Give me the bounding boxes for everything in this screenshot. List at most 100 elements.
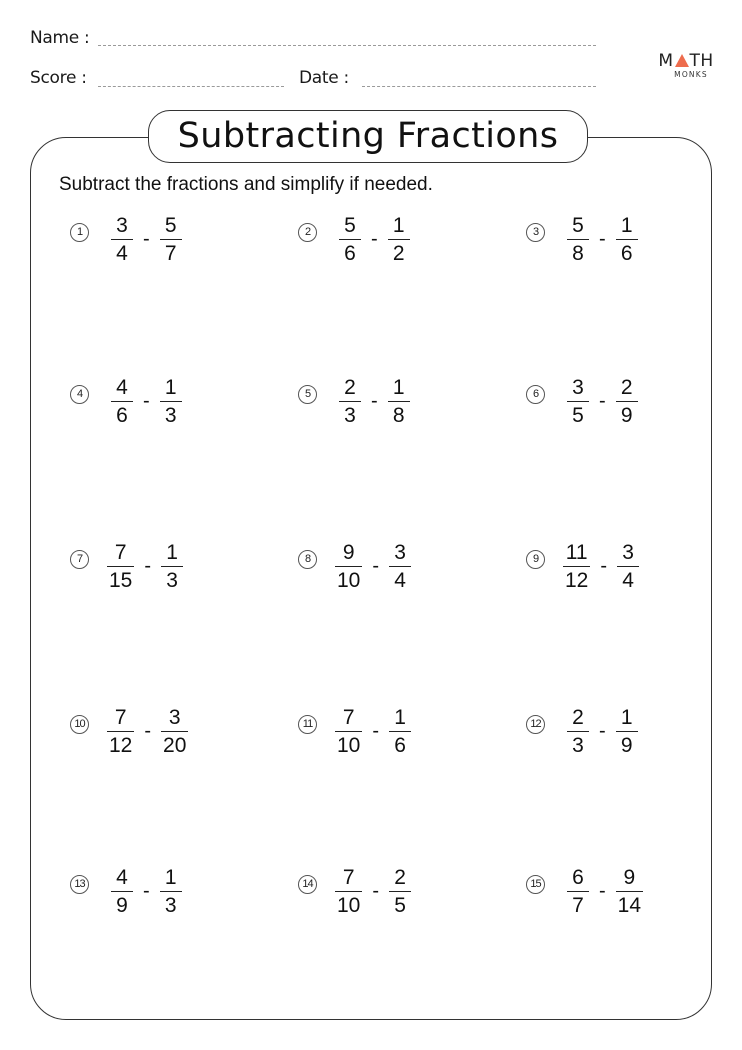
denominator: 6 bbox=[620, 242, 633, 265]
denominator: 9 bbox=[116, 894, 128, 917]
numerator: 1 bbox=[620, 706, 633, 729]
fraction-bar bbox=[567, 731, 589, 732]
fraction-minuend: 46 bbox=[111, 377, 133, 427]
problem-number-badge: 8 bbox=[298, 549, 317, 569]
fraction-subtrahend: 34 bbox=[617, 541, 640, 592]
fraction-bar bbox=[617, 566, 640, 567]
fraction-subtrahend: 57 bbox=[159, 215, 182, 265]
fraction-bar bbox=[335, 731, 363, 732]
numerator: 7 bbox=[342, 866, 355, 889]
fraction-bar bbox=[335, 566, 363, 567]
score-field[interactable] bbox=[98, 86, 284, 87]
minus-operator: - bbox=[144, 719, 152, 742]
problem-item: 7 7 15-1 3 bbox=[70, 537, 184, 597]
numerator: 1 bbox=[394, 706, 406, 729]
denominator: 10 bbox=[337, 894, 361, 917]
logo-letter-m: M bbox=[658, 51, 674, 71]
fraction-bar bbox=[615, 891, 644, 892]
numerator: 5 bbox=[344, 214, 356, 237]
numerator: 2 bbox=[394, 866, 406, 889]
denominator: 8 bbox=[392, 404, 405, 427]
date-field[interactable] bbox=[362, 86, 596, 87]
fraction-bar bbox=[615, 401, 638, 402]
fraction-minuend: 35 bbox=[567, 377, 589, 427]
denominator: 6 bbox=[394, 734, 406, 757]
problem-number-badge: 3 bbox=[526, 222, 545, 242]
numerator: 1 bbox=[164, 376, 177, 399]
denominator: 5 bbox=[572, 404, 584, 427]
denominator: 3 bbox=[344, 404, 356, 427]
fraction-minuend: 49 bbox=[111, 867, 133, 917]
problem-item: 635-29 bbox=[526, 372, 638, 432]
score-label: Score : bbox=[30, 68, 87, 88]
denominator: 3 bbox=[166, 569, 178, 592]
fraction-bar bbox=[161, 731, 189, 732]
minus-operator: - bbox=[372, 719, 380, 742]
problem-item: 5 2 3-18 bbox=[298, 372, 410, 432]
fraction-bar bbox=[111, 401, 133, 402]
numerator: 2 bbox=[344, 376, 356, 399]
fraction-minuend: 9 10 bbox=[335, 542, 363, 592]
minus-operator: - bbox=[599, 719, 606, 742]
problem-item: 10 7 12-3 20 bbox=[70, 702, 189, 762]
fraction-bar bbox=[159, 401, 182, 402]
fraction-subtrahend: 16 bbox=[389, 706, 412, 757]
math-monks-logo: M TH MONKS bbox=[656, 52, 716, 79]
name-field[interactable] bbox=[98, 45, 596, 46]
fraction-bar bbox=[107, 731, 135, 732]
denominator: 2 bbox=[392, 242, 405, 265]
minus-operator: - bbox=[599, 389, 606, 412]
fraction-subtrahend: 18 bbox=[387, 377, 410, 427]
logo-wordmark: M TH bbox=[656, 52, 716, 70]
problem-item: 358-16 bbox=[526, 210, 638, 270]
numerator: 5 bbox=[572, 214, 584, 237]
date-label: Date : bbox=[299, 68, 349, 88]
fraction-subtrahend: 19 bbox=[615, 706, 638, 757]
denominator: 9 bbox=[620, 404, 633, 427]
problem-number-badge: 7 bbox=[70, 549, 89, 569]
fraction-bar bbox=[615, 731, 638, 732]
denominator: 20 bbox=[163, 734, 187, 757]
denominator: 12 bbox=[565, 569, 589, 592]
fraction-subtrahend: 9 14 bbox=[615, 867, 644, 917]
logo-letters-th: TH bbox=[689, 51, 714, 71]
numerator: 6 bbox=[572, 866, 584, 889]
problem-item: 11 7 10-1 6 bbox=[298, 702, 412, 762]
numerator: 4 bbox=[116, 376, 128, 399]
denominator: 3 bbox=[164, 404, 177, 427]
fraction-bar bbox=[335, 891, 363, 892]
minus-operator: - bbox=[143, 227, 150, 250]
triangle-icon bbox=[674, 54, 689, 67]
fraction-minuend: 23 bbox=[567, 707, 589, 757]
denominator: 8 bbox=[572, 242, 584, 265]
minus-operator: - bbox=[599, 227, 606, 250]
fraction-bar bbox=[389, 566, 412, 567]
numerator: 2 bbox=[572, 706, 584, 729]
fraction-bar bbox=[615, 239, 638, 240]
fraction-bar bbox=[387, 239, 410, 240]
fraction-bar bbox=[389, 731, 412, 732]
problem-number-badge: 5 bbox=[298, 384, 317, 404]
numerator: 7 bbox=[342, 706, 355, 729]
denominator: 15 bbox=[109, 569, 133, 592]
fraction-subtrahend: 29 bbox=[615, 377, 638, 427]
minus-operator: - bbox=[371, 227, 378, 250]
minus-operator: - bbox=[599, 879, 606, 902]
name-label: Name : bbox=[30, 28, 90, 48]
problem-number-badge: 9 bbox=[526, 549, 545, 569]
fraction-bar bbox=[161, 566, 184, 567]
problem-number-badge: 13 bbox=[70, 874, 89, 894]
numerator: 3 bbox=[622, 541, 634, 564]
problem-item: 9 11 12-3 4 bbox=[526, 537, 640, 597]
minus-operator: - bbox=[371, 389, 378, 412]
numerator: 1 bbox=[392, 214, 405, 237]
page-title: Subtracting Fractions bbox=[177, 116, 559, 156]
numerator: 1 bbox=[164, 866, 177, 889]
numerator: 1 bbox=[166, 541, 178, 564]
fraction-bar bbox=[563, 566, 591, 567]
fraction-minuend: 58 bbox=[567, 215, 589, 265]
denominator: 7 bbox=[164, 242, 177, 265]
instructions: Subtract the fractions and simplify if n… bbox=[59, 174, 433, 195]
problem-number-badge: 11 bbox=[298, 714, 317, 734]
fraction-bar bbox=[389, 891, 412, 892]
